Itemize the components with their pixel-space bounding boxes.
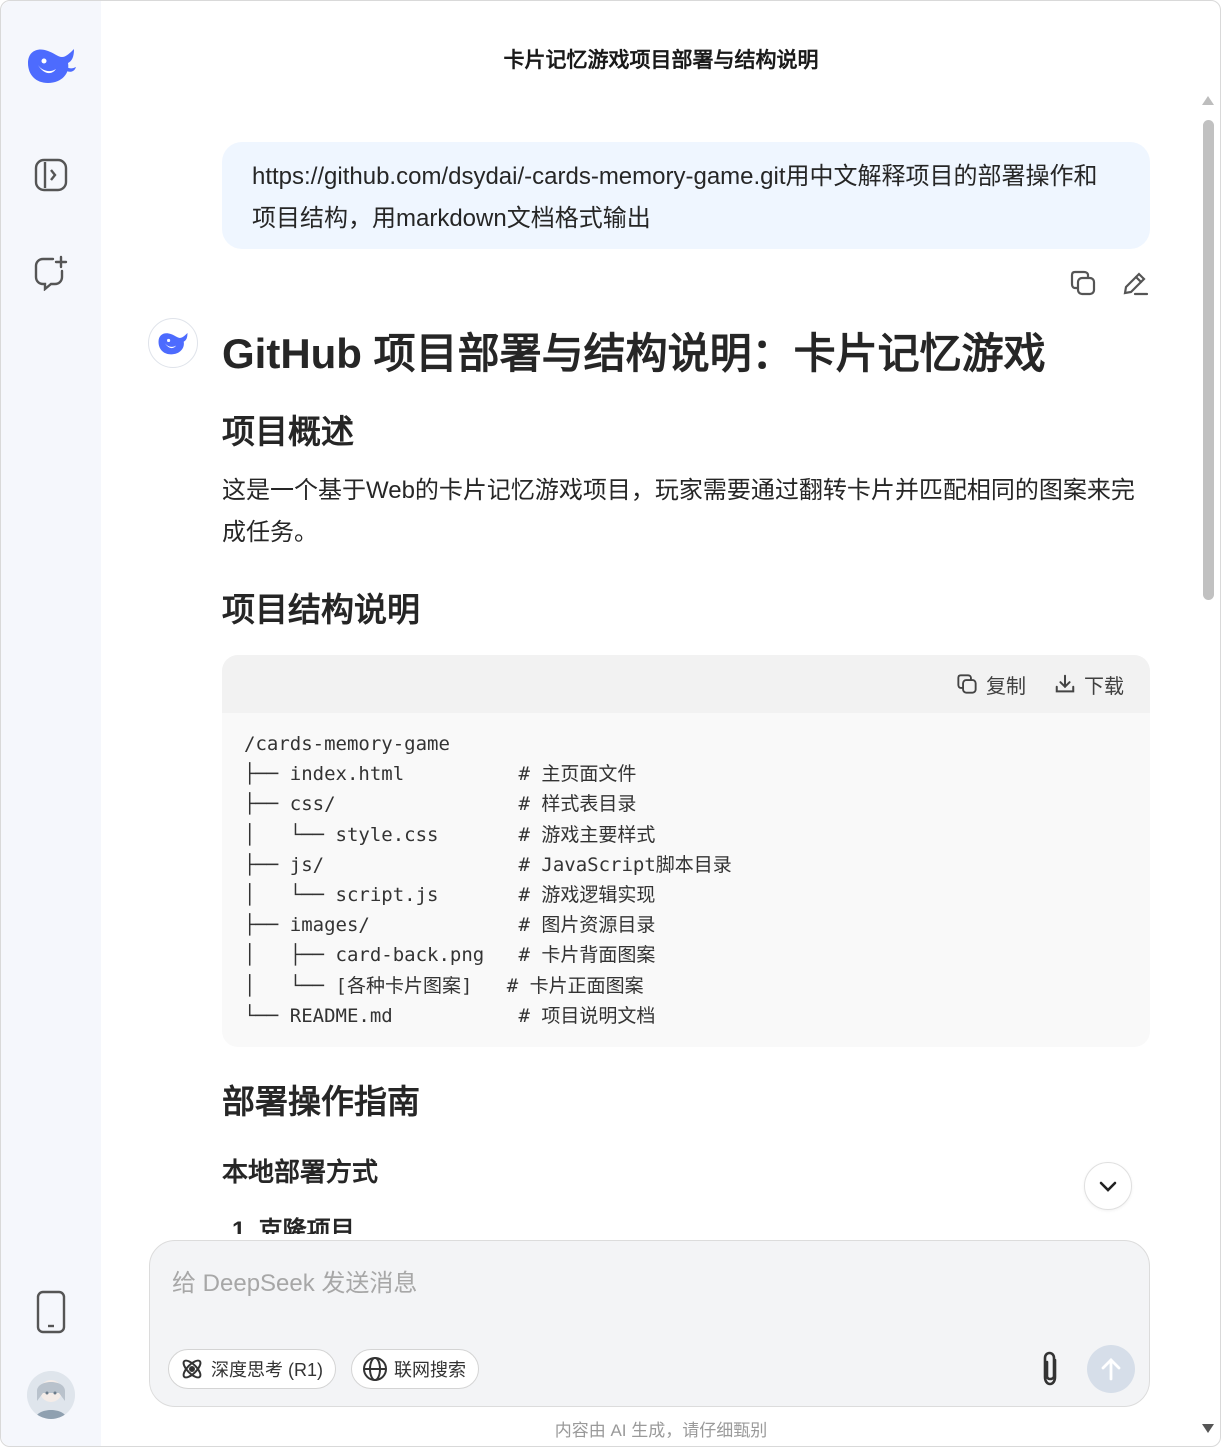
edit-message-button[interactable] bbox=[1118, 266, 1152, 300]
code-content: /cards-memory-game ├── index.html # 主页面文件… bbox=[222, 713, 1150, 1047]
overview-heading: 项目概述 bbox=[222, 413, 354, 450]
code-copy-button[interactable]: 复制 bbox=[956, 670, 1026, 699]
user-message-bubble: https://github.com/dsydai/-cards-memory-… bbox=[222, 142, 1150, 249]
code-line: ├── js/ # JavaScript脚本目录 bbox=[244, 853, 732, 876]
message-composer[interactable]: 给 DeepSeek 发送消息 深度思考 (R1) 联网搜索 bbox=[149, 1240, 1150, 1407]
send-button[interactable] bbox=[1087, 1345, 1135, 1393]
code-download-label: 下载 bbox=[1084, 675, 1124, 698]
scroll-to-bottom-button[interactable] bbox=[1084, 1162, 1132, 1210]
code-line: ├── images/ # 图片资源目录 bbox=[244, 914, 656, 937]
copy-icon bbox=[957, 674, 977, 694]
code-line: └── README.md # 项目说明文档 bbox=[244, 1004, 656, 1027]
web-search-label: 联网搜索 bbox=[394, 1360, 466, 1380]
deep-think-label: 深度思考 (R1) bbox=[211, 1360, 323, 1380]
code-copy-label: 复制 bbox=[986, 675, 1026, 698]
page-title: 卡片记忆游戏项目部署与结构说明 bbox=[503, 49, 819, 72]
code-line: │ └── style.css # 游戏主要样式 bbox=[244, 823, 656, 846]
scrollbar-thumb[interactable] bbox=[1203, 120, 1214, 600]
chevron-down-icon bbox=[1099, 1181, 1117, 1192]
attach-file-button[interactable] bbox=[1030, 1347, 1070, 1391]
sidebar bbox=[1, 1, 101, 1446]
user-avatar[interactable] bbox=[27, 1371, 75, 1419]
code-block-header: 复制 下载 bbox=[222, 655, 1150, 713]
code-line: ├── index.html # 主页面文件 bbox=[244, 763, 637, 786]
web-search-toggle[interactable]: 联网搜索 bbox=[351, 1349, 479, 1389]
assistant-avatar bbox=[148, 318, 198, 368]
arrow-up-icon bbox=[1101, 1358, 1121, 1381]
deepseek-logo-icon bbox=[158, 332, 188, 355]
mobile-app-icon[interactable] bbox=[31, 1289, 71, 1335]
user-message-text: https://github.com/dsydai/-cards-memory-… bbox=[252, 163, 1098, 232]
step-1-text: 1. 克隆项目 bbox=[232, 1217, 355, 1234]
deep-think-toggle[interactable]: 深度思考 (R1) bbox=[168, 1349, 336, 1389]
code-line: │ ├── card-back.png # 卡片背面图案 bbox=[244, 944, 656, 967]
sidebar-toggle-icon[interactable] bbox=[31, 155, 71, 195]
download-icon bbox=[1055, 674, 1075, 693]
deepseek-logo-icon[interactable] bbox=[24, 41, 78, 89]
local-deploy-heading: 本地部署方式 bbox=[222, 1157, 379, 1188]
message-actions bbox=[1066, 266, 1152, 300]
paperclip-icon bbox=[1043, 1351, 1057, 1386]
deploy-heading: 部署操作指南 bbox=[222, 1083, 420, 1121]
ai-disclaimer: 内容由 AI 生成，请仔细甄别 bbox=[554, 1421, 768, 1440]
code-line: │ └── [各种卡片图案] # 卡片正面图案 bbox=[244, 974, 644, 997]
new-chat-icon[interactable] bbox=[31, 253, 71, 293]
overview-text: 这是一个基于Web的卡片记忆游戏项目，玩家需要通过翻转卡片并匹配相同的图案来完成… bbox=[222, 477, 1135, 546]
code-line: /cards-memory-game bbox=[244, 733, 450, 755]
atom-icon bbox=[182, 1359, 202, 1379]
assistant-message: GitHub 项目部署与结构说明：卡片记忆游戏 项目概述 这是一个基于Web的卡… bbox=[222, 322, 1150, 1234]
copy-message-button[interactable] bbox=[1066, 266, 1100, 300]
code-line: ├── css/ # 样式表目录 bbox=[244, 793, 637, 816]
response-h1: GitHub 项目部署与结构说明：卡片记忆游戏 bbox=[222, 330, 1046, 377]
edit-icon bbox=[1123, 272, 1149, 296]
code-line: │ └── script.js # 游戏逻辑实现 bbox=[244, 884, 656, 907]
scroll-up-arrow[interactable] bbox=[1202, 96, 1214, 105]
code-block: 复制 下载 /cards-memory-game ├── index.html #… bbox=[222, 655, 1150, 1048]
copy-icon bbox=[1070, 270, 1096, 296]
code-download-button[interactable]: 下载 bbox=[1054, 670, 1124, 699]
message-input[interactable]: 给 DeepSeek 发送消息 bbox=[172, 1263, 417, 1298]
structure-heading: 项目结构说明 bbox=[222, 591, 420, 628]
globe-icon bbox=[363, 1357, 387, 1381]
